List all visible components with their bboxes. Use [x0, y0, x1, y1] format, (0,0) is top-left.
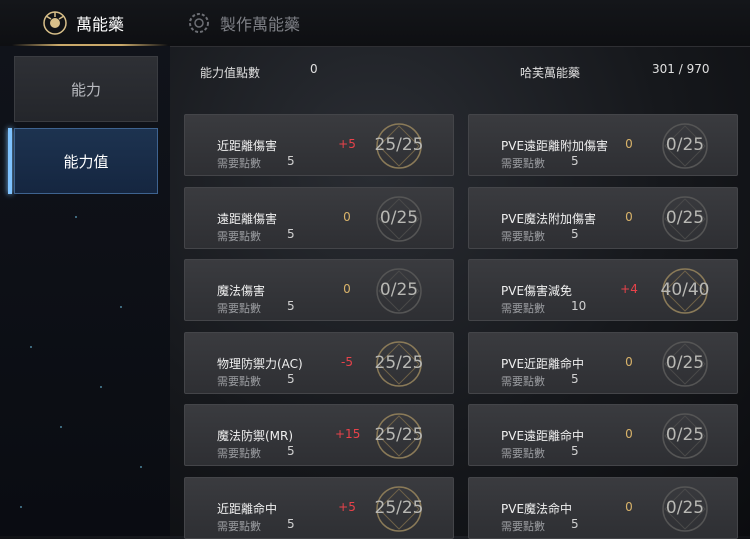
- need-points-value: 5: [287, 227, 295, 241]
- need-points-label: 需要點數: [217, 375, 261, 388]
- stat-card[interactable]: PVE魔法命中 需要點數 5 0 0/25: [468, 477, 738, 539]
- stat-level: 40/40: [660, 280, 710, 300]
- need-points-label: 需要點數: [501, 375, 545, 388]
- tab-craft-elixir[interactable]: 製作萬能藥: [186, 8, 300, 38]
- stat-level: 25/25: [374, 498, 424, 518]
- need-points-value: 10: [571, 299, 587, 313]
- elixir-count: 301 / 970: [652, 62, 710, 76]
- stat-name: PVE遠距離附加傷害: [501, 139, 609, 153]
- stat-card[interactable]: 物理防禦力(AC) 需要點數 5 -5 25/25: [184, 332, 454, 394]
- stat-level: 25/25: [374, 135, 424, 155]
- stat-name: 物理防禦力(AC): [217, 357, 303, 371]
- stat-name: PVE魔法附加傷害: [501, 212, 597, 226]
- stat-level: 0/25: [379, 208, 419, 228]
- stat-card[interactable]: 魔法傷害需要點數 5 0 0/25: [184, 259, 454, 321]
- stat-name: 近距離傷害: [217, 139, 278, 153]
- stat-card[interactable]: 魔法防禦(MR) 需要點數 5 +15 25/25: [184, 404, 454, 466]
- sidebar-item-ability-label: 能力: [70, 80, 101, 99]
- stat-bonus: -5: [341, 355, 353, 369]
- stat-level: 0/25: [665, 353, 705, 373]
- stat-card[interactable]: 近距離命中需要點數 5 +5 25/25: [184, 477, 454, 539]
- need-points-label: 需要點數: [501, 520, 545, 533]
- tab-craft-elixir-label: 製作萬能藥: [220, 15, 301, 34]
- stat-name: PVE遠距離命中: [501, 429, 585, 443]
- stat-bonus: 0: [343, 210, 351, 224]
- stat-card[interactable]: PVE傷害減免 需要點數 10 +4 40/40: [468, 259, 738, 321]
- stat-bonus: +4: [620, 282, 638, 296]
- need-points-label: 需要點數: [501, 230, 545, 243]
- stat-name: 近距離命中: [217, 502, 278, 516]
- stat-name: 魔法傷害: [217, 284, 266, 298]
- stat-bonus: 0: [625, 355, 633, 369]
- stat-bonus: +15: [335, 427, 361, 441]
- need-points-label: 需要點數: [217, 520, 261, 533]
- stat-bonus: +5: [338, 137, 356, 151]
- stat-level: 0/25: [665, 425, 705, 445]
- craft-gear-icon: [186, 10, 212, 36]
- stat-level: 25/25: [374, 425, 424, 445]
- elixir-label: 哈芙萬能藥: [520, 66, 581, 80]
- sidebar-item-ability-value[interactable]: 能力值: [14, 128, 158, 194]
- sidebar-item-ability-value-label: 能力值: [63, 152, 109, 171]
- stat-name: PVE近距離命中: [501, 357, 585, 371]
- stat-level: 0/25: [665, 208, 705, 228]
- stat-level: 0/25: [379, 280, 419, 300]
- stat-card[interactable]: PVE遠距離命中 需要點數 5 0 0/25: [468, 404, 738, 466]
- stat-bonus: 0: [625, 210, 633, 224]
- tab-elixir-label: 萬能藥: [76, 15, 125, 34]
- tab-elixir[interactable]: 萬能藥: [42, 8, 124, 38]
- need-points-value: 5: [287, 372, 295, 386]
- stat-name: 遠距離傷害: [217, 212, 278, 226]
- need-points-value: 5: [571, 372, 579, 386]
- stat-card[interactable]: PVE魔法附加傷害 需要點數 5 0 0/25: [468, 187, 738, 249]
- stat-bonus: 0: [625, 427, 633, 441]
- stat-name: PVE魔法命中: [501, 502, 573, 516]
- stat-bonus: +5: [338, 500, 356, 514]
- need-points-value: 5: [287, 444, 295, 458]
- stat-card[interactable]: 遠距離傷害需要點數 5 0 0/25: [184, 187, 454, 249]
- need-points-value: 5: [287, 154, 295, 168]
- points-label: 能力值點數: [200, 66, 261, 80]
- need-points-label: 需要點數: [217, 230, 261, 243]
- need-points-value: 5: [287, 517, 295, 531]
- need-points-label: 需要點數: [501, 157, 545, 170]
- stat-card[interactable]: 近距離傷害需要點數 5 +5 25/25: [184, 114, 454, 176]
- need-points-label: 需要點數: [217, 157, 261, 170]
- sidebar-active-indicator: [8, 128, 12, 194]
- stat-level: 0/25: [665, 498, 705, 518]
- need-points-value: 5: [571, 444, 579, 458]
- need-points-label: 需要點數: [501, 447, 545, 460]
- stat-card[interactable]: PVE遠距離附加傷害 需要點數 5 0 0/25: [468, 114, 738, 176]
- points-value: 0: [310, 62, 318, 76]
- need-points-value: 5: [571, 227, 579, 241]
- stat-level: 25/25: [374, 353, 424, 373]
- stat-name: PVE傷害減免: [501, 284, 573, 298]
- need-points-label: 需要點數: [501, 302, 545, 315]
- stat-bonus: 0: [625, 500, 633, 514]
- need-points-label: 需要點數: [217, 302, 261, 315]
- stat-name: 魔法防禦(MR): [217, 429, 294, 443]
- elixir-icon: [42, 10, 68, 36]
- top-tab-bar: 萬能藥 製作萬能藥: [0, 0, 750, 47]
- sidebar-item-ability[interactable]: 能力: [14, 56, 158, 122]
- stat-level: 0/25: [665, 135, 705, 155]
- need-points-label: 需要點數: [217, 447, 261, 460]
- stat-bonus: 0: [343, 282, 351, 296]
- stat-card[interactable]: PVE近距離命中 需要點數 5 0 0/25: [468, 332, 738, 394]
- need-points-value: 5: [571, 517, 579, 531]
- need-points-value: 5: [571, 154, 579, 168]
- stat-bonus: 0: [625, 137, 633, 151]
- need-points-value: 5: [287, 299, 295, 313]
